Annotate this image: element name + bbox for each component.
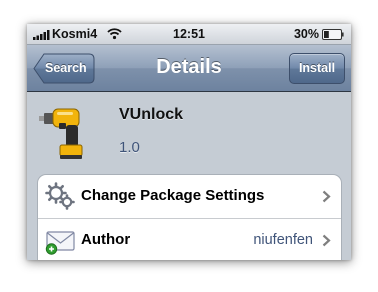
package-version: 1.0 — [119, 139, 140, 156]
power-drill-icon — [39, 108, 83, 159]
change-package-settings-row[interactable]: Change Package Settings — [38, 175, 341, 218]
phone-screen: Kosmi4 12:51 30% Search Details Install … — [27, 24, 351, 260]
battery-icon — [322, 29, 344, 40]
row-label: Change Package Settings — [81, 187, 265, 204]
gears-icon — [45, 182, 75, 210]
row-label: Author — [81, 231, 131, 248]
author-name: niufenfen — [253, 232, 313, 248]
status-bar: Kosmi4 12:51 30% — [27, 24, 351, 45]
navigation-bar: Search Details Install — [27, 45, 351, 92]
chevron-right-icon — [322, 190, 331, 203]
package-options-list: Change Package Settings Author niufenfen — [37, 174, 342, 260]
author-row[interactable]: Author niufenfen — [38, 218, 341, 260]
install-button[interactable]: Install — [289, 53, 345, 84]
mail-envelope-icon — [45, 231, 75, 255]
battery-percent: 30% — [293, 27, 319, 41]
package-name: VUnlock — [119, 106, 184, 123]
chevron-right-icon — [322, 234, 331, 247]
